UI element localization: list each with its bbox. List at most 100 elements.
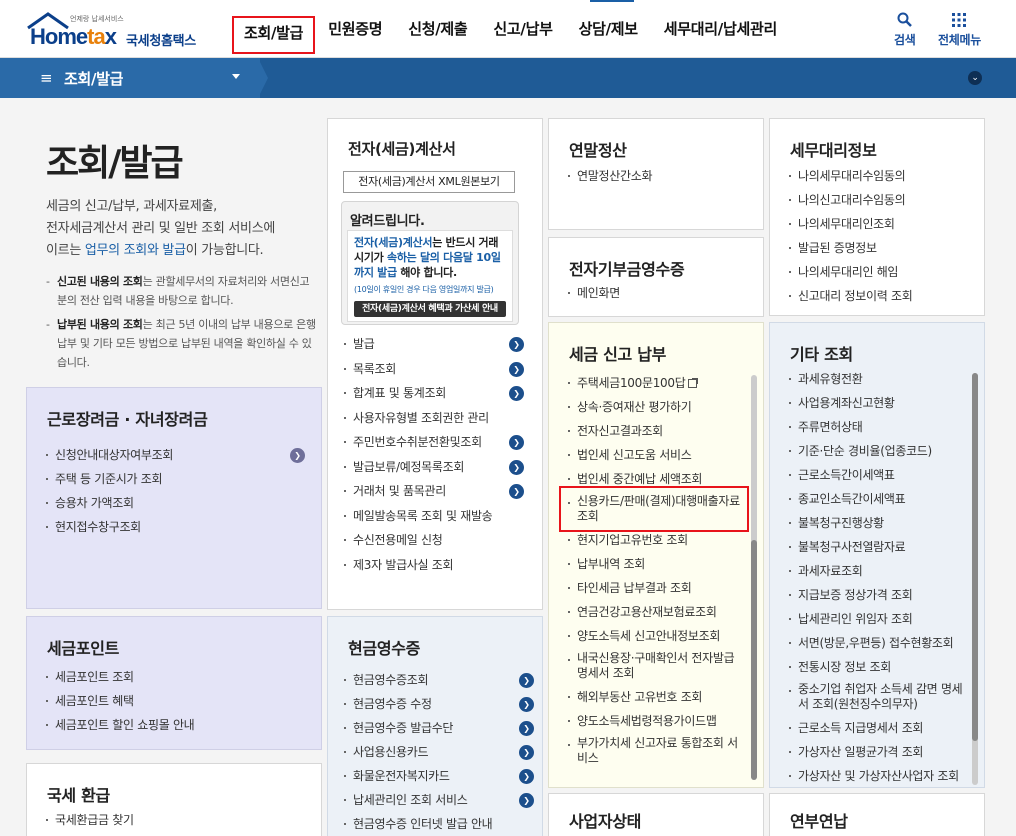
arrow-right-icon[interactable]: ❯ [519,769,534,784]
list-item[interactable]: 발급된 증명정보 [788,236,978,260]
section-selector[interactable] [0,58,260,98]
list-item[interactable]: 국세환급금 찾기 [45,808,307,832]
list-item[interactable]: 납세관리인 조회 서비스 ❯ [343,788,534,812]
hometax-logo[interactable]: 언제랑 납세서비스 Hometax 국세청홈택스 [26,10,216,50]
nav-consult-report[interactable]: 상담/제보 [566,18,651,40]
list-item[interactable]: 주민번호수취분전환및조회 ❯ [343,430,524,455]
panel-title: 국세 환급 [47,786,110,805]
list-item[interactable]: 불복청구진행상황 [788,511,970,535]
list-item[interactable]: 양도소득세법령적용가이드맵 [567,709,743,733]
link-list: 주택세금100문100답 상속·증여재산 평가하기 전자신고결과조회 법인세 신… [567,371,743,770]
list-item[interactable]: 전자신고결과조회 [567,419,743,443]
notice-box: 알려드립니다. 전자(세금)계산서는 반드시 거래시기가 속하는 달의 다음달 … [341,201,519,325]
list-item[interactable]: 가상자산 및 가상자산사업자 조회 [788,764,970,787]
arrow-right-icon[interactable]: ❯ [519,697,534,712]
panel-title: 세금포인트 [47,639,120,658]
list-item[interactable]: 사업용신용카드 ❯ [343,740,534,764]
search-button[interactable]: 검색 [894,12,916,48]
list-item[interactable]: 현금영수증 발급수단 ❯ [343,716,534,740]
list-item[interactable]: 사용자유형별 조회권한 관리 [343,406,524,431]
list-item[interactable]: 과세자료조회 [788,559,970,583]
list-item[interactable]: 기준·단순 경비율(업종코드) [788,439,970,463]
list-item[interactable]: 현금영수증조회 ❯ [343,668,534,692]
list-item[interactable]: 과세유형전환 [788,367,970,391]
list-item[interactable]: 나의세무대리수임동의 [788,164,978,188]
list-item[interactable]: 승용차 가액조회 [45,491,307,515]
list-item[interactable]: 납세관리인 위임자 조회 [788,607,970,631]
chevron-down-icon[interactable] [232,74,240,79]
arrow-right-icon[interactable]: ❯ [290,448,305,463]
list-item[interactable]: 가상자산 일평균가격 조회 [788,740,970,764]
list-item[interactable]: 지급보증 정상가격 조회 [788,583,970,607]
list-item[interactable]: 해외부동산 고유번호 조회 [567,685,743,709]
list-item[interactable]: 메일발송목록 조회 및 재발송 [343,504,524,529]
list-item[interactable]: 현금영수증 인터넷 발급 안내 [343,812,534,836]
list-item[interactable]: 양도소득세 신고안내정보조회 [567,624,743,648]
scrollbar[interactable] [751,375,757,780]
nav-apply-submit[interactable]: 신청/제출 [395,18,480,40]
list-item[interactable]: 부가가치세 신고자료 통합조회 서비스 [567,733,743,770]
list-item[interactable]: 타인세금 납부결과 조회 [567,576,743,600]
nav-report-pay[interactable]: 신고/납부 [480,18,565,40]
list-item[interactable]: 법인세 신고도움 서비스 [567,443,743,467]
list-item[interactable]: 신청안내대상자여부조회 ❯ [45,443,307,467]
arrow-right-icon[interactable]: ❯ [509,459,524,475]
list-item[interactable]: 세금포인트 조회 [45,665,307,689]
scrollbar[interactable] [972,373,978,785]
arrow-right-icon[interactable]: ❯ [509,484,524,499]
hamburger-icon[interactable]: ≡ [40,71,53,86]
nav-inquiry-issue[interactable]: 조회/발급 [232,16,316,54]
all-menu-button[interactable]: 전체메뉴 [938,12,981,48]
list-item[interactable]: 납부내역 조회 [567,552,743,576]
list-item[interactable]: 화물운전자복지카드 ❯ [343,764,534,788]
list-item[interactable]: 현금영수증 수정 ❯ [343,692,534,716]
list-item[interactable]: 상속·증여재산 평가하기 [567,395,743,419]
list-item[interactable]: 메인화면 [567,281,749,305]
scrollbar-thumb[interactable] [972,373,978,741]
list-item[interactable]: 근로소득간이세액표 [788,463,970,487]
arrow-right-icon[interactable]: ❯ [519,745,534,760]
list-item[interactable]: 수신전용메일 신청 [343,528,524,553]
list-item[interactable]: 주택세금100문100답 [567,371,743,395]
list-item[interactable]: 발급 ❯ [343,332,524,357]
list-item[interactable]: 내국신용장·구매확인서 전자발급명세서 조회 [567,648,743,685]
list-item[interactable]: 근로소득 지급명세서 조회 [788,716,970,740]
list-item[interactable]: 전통시장 정보 조회 [788,655,970,679]
panel-title: 세무대리정보 [790,141,877,160]
arrow-right-icon[interactable]: ❯ [519,673,534,688]
list-item[interactable]: 연말정산간소화 [567,164,749,188]
benefit-guide-button[interactable]: 전자(세금)계산서 혜택과 가산세 안내 [354,301,506,317]
list-item[interactable]: 세금포인트 혜택 [45,689,307,713]
list-item[interactable]: 주택 등 기준시가 조회 [45,467,307,491]
list-item[interactable]: 나의신고대리수임동의 [788,188,978,212]
list-item[interactable]: 불복청구사전열람자료 [788,535,970,559]
arrow-right-icon[interactable]: ❯ [519,793,534,808]
list-item[interactable]: 목록조회 ❯ [343,357,524,382]
list-item[interactable]: 나의세무대리인 해임 [788,260,978,284]
arrow-right-icon[interactable]: ❯ [509,386,524,401]
list-item[interactable]: 종교인소득간이세액표 [788,487,970,511]
list-item[interactable]: 제3자 발급사실 조회 [343,553,524,578]
list-item[interactable]: 서면(방문,우편등) 접수현황조회 [788,631,970,655]
nav-certificates[interactable]: 민원증명 [315,18,395,40]
scrollbar-thumb[interactable] [751,540,757,780]
list-item[interactable]: 나의세무대리인조회 [788,212,978,236]
list-item[interactable]: 연금건강고용산재보험료조회 [567,600,743,624]
list-item[interactable]: 발급보류/예정목록조회 ❯ [343,455,524,480]
list-item[interactable]: 거래처 및 품목관리 ❯ [343,479,524,504]
arrow-right-icon[interactable]: ❯ [509,435,524,450]
panel-title: 사업자상태 [569,812,642,831]
list-item[interactable]: 주류면허상태 [788,415,970,439]
list-item[interactable]: 합계표 및 통계조회 ❯ [343,381,524,406]
nav-tax-agent[interactable]: 세무대리/납세관리 [651,18,790,40]
arrow-right-icon[interactable]: ❯ [509,361,524,377]
expand-toggle-icon[interactable]: ⌄ [968,71,982,85]
list-item[interactable]: 신고대리 정보이력 조회 [788,284,978,308]
list-item[interactable]: 현지접수창구조회 [45,515,307,539]
list-item[interactable]: 사업용계좌신고현황 [788,391,970,415]
arrow-right-icon[interactable]: ❯ [519,721,534,736]
xml-view-button[interactable]: 전자(세금)계산서 XML원본보기 [343,171,515,193]
list-item[interactable]: 세금포인트 할인 쇼핑몰 안내 [45,713,307,737]
arrow-right-icon[interactable]: ❯ [509,337,524,352]
list-item[interactable]: 중소기업 취업자 소득세 감면 명세서 조회(원천징수의무자) [788,679,970,716]
